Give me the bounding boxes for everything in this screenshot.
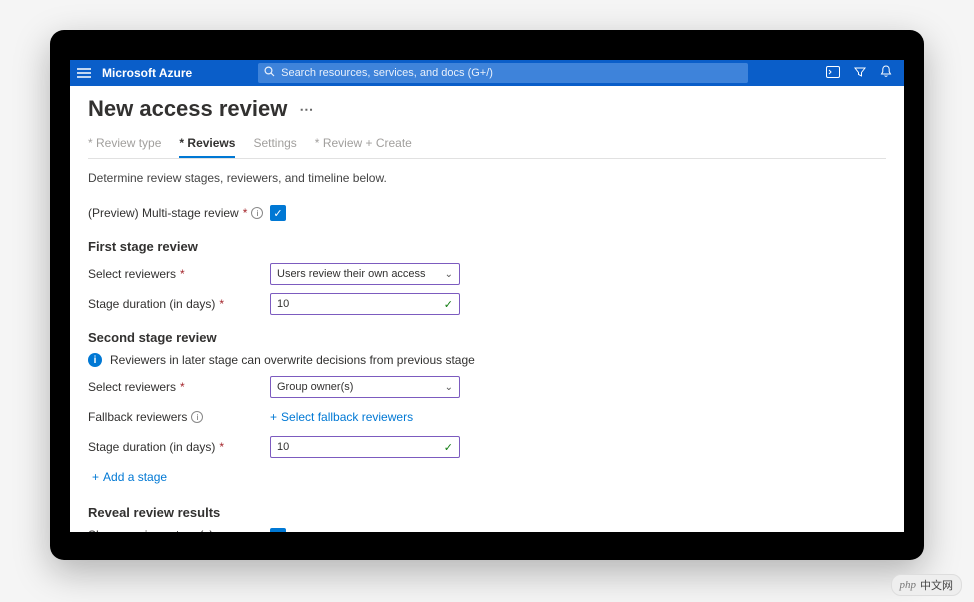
page-title-row: New access review ⋯ — [88, 96, 886, 122]
menu-icon[interactable] — [70, 68, 98, 78]
screen: Microsoft Azure Search resources, servic… — [70, 60, 904, 532]
info-text: Reviewers in later stage can overwrite d… — [110, 353, 475, 367]
label-text: Select reviewers — [88, 380, 176, 394]
page-title: New access review — [88, 96, 287, 122]
tabs: Review type Reviews Settings Review + Cr… — [88, 136, 886, 159]
info-icon[interactable]: i — [191, 411, 203, 423]
input-value: 10 — [277, 298, 289, 310]
filter-icon[interactable] — [854, 66, 866, 81]
first-stage-heading: First stage review — [88, 239, 886, 254]
search-placeholder: Search resources, services, and docs (G+… — [281, 67, 493, 79]
first-duration-row: Stage duration (in days) * 10 ✓ — [88, 292, 886, 316]
second-reviewers-row: Select reviewers * Group owner(s) ⌄ — [88, 375, 886, 399]
search-wrap: Search resources, services, and docs (G+… — [192, 63, 814, 83]
valid-icon: ✓ — [444, 298, 453, 311]
select-value: Group owner(s) — [277, 381, 353, 393]
add-stage-row: + Add a stage — [88, 465, 886, 489]
info-icon[interactable]: i — [251, 207, 263, 219]
valid-icon: ✓ — [444, 441, 453, 454]
second-duration-row: Stage duration (in days) * 10 ✓ — [88, 435, 886, 459]
chevron-down-icon: ⌄ — [445, 269, 453, 280]
brand-label[interactable]: Microsoft Azure — [98, 66, 192, 80]
second-duration-input[interactable]: 10 ✓ — [270, 436, 460, 458]
watermark-badge: php 中文网 — [891, 574, 963, 596]
multi-stage-row: (Preview) Multi-stage review * i ✓ — [88, 201, 886, 225]
required-star: * — [219, 297, 224, 311]
first-reviewers-row: Select reviewers * Users review their ow… — [88, 262, 886, 286]
first-duration-label: Stage duration (in days) * — [88, 297, 270, 311]
link-text: Add a stage — [103, 470, 167, 484]
tab-review-type[interactable]: Review type — [88, 136, 161, 158]
multi-stage-label-text: (Preview) Multi-stage review — [88, 206, 239, 220]
label-text: Fallback reviewers — [88, 410, 187, 424]
chevron-down-icon: ⌄ — [445, 382, 453, 393]
select-fallback-link[interactable]: + Select fallback reviewers — [270, 410, 413, 424]
azure-topbar: Microsoft Azure Search resources, servic… — [70, 60, 904, 86]
link-text: Select fallback reviewers — [281, 410, 413, 424]
cloud-shell-icon[interactable] — [826, 66, 840, 81]
second-reviewers-select[interactable]: Group owner(s) ⌄ — [270, 376, 460, 398]
php-icon: php — [900, 579, 917, 591]
first-duration-input[interactable]: 10 ✓ — [270, 293, 460, 315]
fallback-row: Fallback reviewers i + Select fallback r… — [88, 405, 886, 429]
multi-stage-checkbox[interactable]: ✓ — [270, 205, 286, 221]
info-overwrite: i Reviewers in later stage can overwrite… — [88, 353, 886, 367]
plus-icon: + — [92, 470, 99, 484]
badge-text: 中文网 — [920, 577, 953, 593]
tab-review-create[interactable]: Review + Create — [315, 136, 412, 158]
search-icon — [264, 66, 275, 80]
add-stage-link[interactable]: + Add a stage — [92, 470, 167, 484]
second-duration-label: Stage duration (in days) * — [88, 440, 270, 454]
required-star: * — [180, 380, 185, 394]
info-icon: i — [88, 353, 102, 367]
select-value: Users review their own access — [277, 268, 426, 280]
notifications-icon[interactable] — [880, 65, 892, 81]
show-prev-row: Show previous stage(s) decisions to late… — [88, 528, 886, 532]
fallback-label: Fallback reviewers i — [88, 410, 270, 424]
required-star: * — [219, 440, 224, 454]
intro-text: Determine review stages, reviewers, and … — [88, 171, 886, 185]
label-text: Select reviewers — [88, 267, 176, 281]
first-reviewers-label: Select reviewers * — [88, 267, 270, 281]
topbar-actions — [814, 65, 904, 81]
reveal-heading: Reveal review results — [88, 505, 886, 520]
more-icon[interactable]: ⋯ — [299, 101, 313, 118]
first-reviewers-select[interactable]: Users review their own access ⌄ — [270, 263, 460, 285]
second-reviewers-label: Select reviewers * — [88, 380, 270, 394]
input-value: 10 — [277, 441, 289, 453]
second-stage-heading: Second stage review — [88, 330, 886, 345]
label-text: Show previous stage(s) decisions to late… — [88, 528, 258, 532]
tab-reviews[interactable]: Reviews — [179, 136, 235, 158]
device-frame: Microsoft Azure Search resources, servic… — [50, 30, 924, 560]
tab-settings[interactable]: Settings — [253, 136, 296, 158]
show-prev-checkbox[interactable]: ✓ — [270, 528, 286, 532]
label-text: Stage duration (in days) — [88, 440, 215, 454]
label-text: Stage duration (in days) — [88, 297, 215, 311]
required-star: * — [180, 267, 185, 281]
plus-icon: + — [270, 410, 277, 424]
show-prev-label: Show previous stage(s) decisions to late… — [88, 528, 270, 532]
required-star: * — [243, 206, 248, 220]
search-input[interactable]: Search resources, services, and docs (G+… — [258, 63, 748, 83]
multi-stage-label: (Preview) Multi-stage review * i — [88, 206, 270, 220]
page-content: New access review ⋯ Review type Reviews … — [70, 86, 904, 532]
